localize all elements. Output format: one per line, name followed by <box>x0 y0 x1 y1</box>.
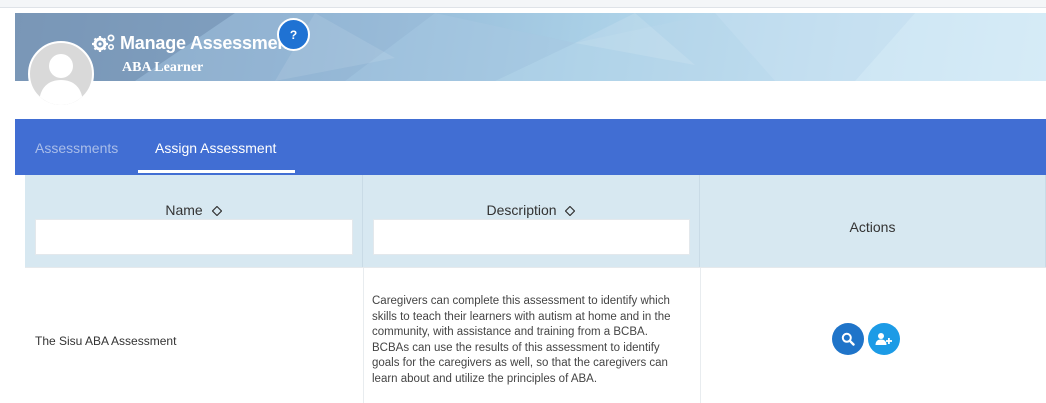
assign-assessment-button[interactable] <box>868 323 900 355</box>
view-assessment-button[interactable] <box>832 323 864 355</box>
top-border <box>0 0 1046 8</box>
search-icon <box>841 332 855 346</box>
assessment-name: The Sisu ABA Assessment <box>35 334 177 348</box>
gears-icon <box>92 34 115 52</box>
page-header: Manage Assessment ? ABA Learner <box>15 13 1046 109</box>
tab-assign-assessment[interactable]: Assign Assessment <box>155 140 276 156</box>
avatar <box>28 41 94 107</box>
column-header-actions: Actions <box>700 175 1046 267</box>
description-filter-input[interactable] <box>373 219 690 255</box>
column-divider <box>363 268 364 403</box>
user-silhouette-icon <box>39 54 83 105</box>
column-header-description: Description <box>363 175 700 267</box>
sort-icon <box>565 206 576 217</box>
sort-icon <box>211 206 222 217</box>
table-row: The Sisu ABA Assessment Caregivers can c… <box>25 267 1046 403</box>
page-title-row: Manage Assessment <box>92 32 294 54</box>
column-label-actions: Actions <box>849 219 896 235</box>
active-tab-indicator <box>138 170 295 173</box>
assessment-description: Caregivers can complete this assessment … <box>372 295 671 385</box>
sort-description-header[interactable]: Description <box>363 202 699 218</box>
column-label-name: Name <box>165 202 203 218</box>
column-label-description: Description <box>486 202 557 218</box>
learner-name: ABA Learner <box>122 60 204 75</box>
assessment-table: Name Description Actions The Sisu ABA As… <box>25 175 1046 403</box>
name-filter-input[interactable] <box>35 219 353 255</box>
add-user-icon <box>875 333 892 345</box>
tab-assessments[interactable]: Assessments <box>35 140 118 156</box>
page-title: Manage Assessment <box>120 32 295 53</box>
tab-bar: Assessments Assign Assessment <box>15 119 1046 175</box>
column-header-name: Name <box>25 175 363 267</box>
column-divider <box>700 268 701 403</box>
help-button[interactable]: ? <box>277 18 310 51</box>
sort-name-header[interactable]: Name <box>25 202 362 218</box>
